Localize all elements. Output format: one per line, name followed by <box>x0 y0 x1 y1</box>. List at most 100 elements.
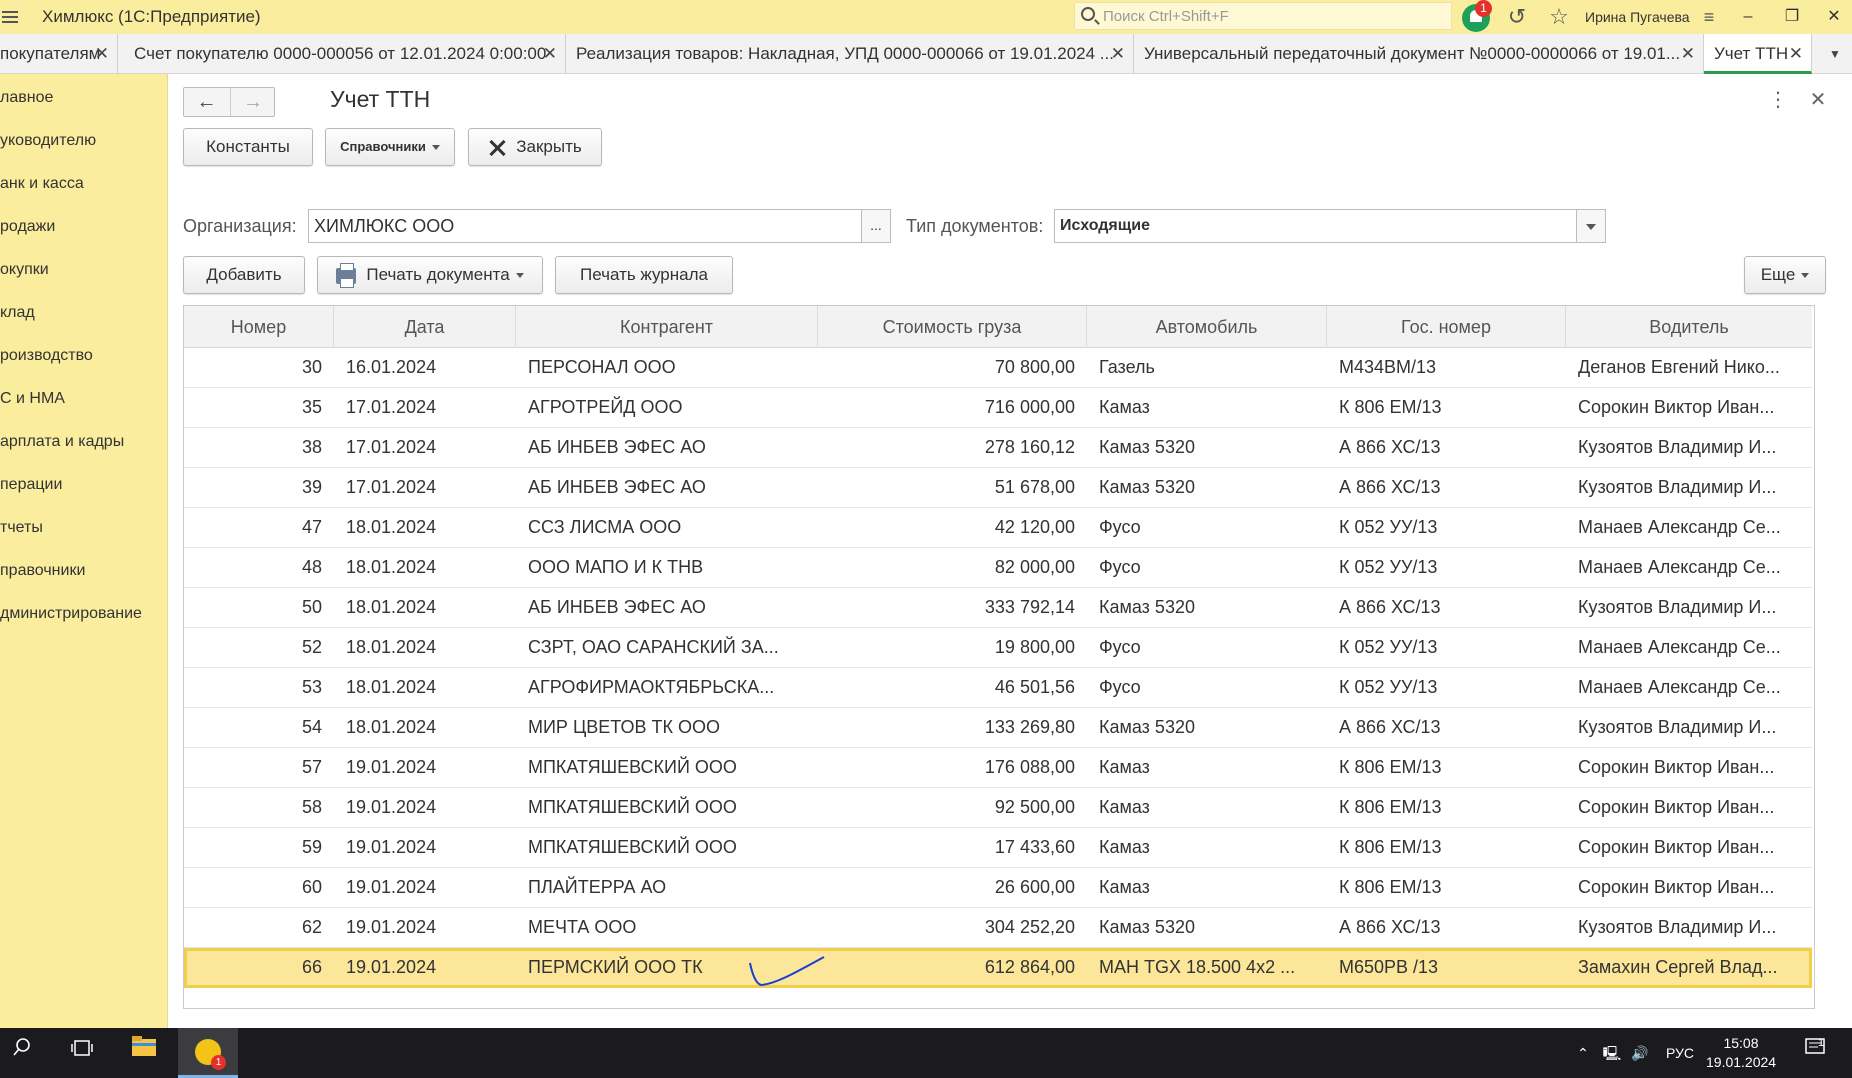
printer-icon <box>336 262 357 288</box>
more-label: Еще <box>1760 265 1796 284</box>
table-row[interactable]: 50 18.01.2024 АБ ИНБЕВ ЭФЕС АО 333 792,14 Ка… <box>184 588 1812 628</box>
table-row[interactable]: 35 17.01.2024 АГРОТРЕЙД ООО 716 000,00 Камаз… <box>184 388 1812 428</box>
user-name[interactable]: Ирина Пугачева <box>1585 9 1690 25</box>
table-row[interactable]: 57 19.01.2024 МПКАТЯШЕВСКИЙ ООО 176 088,00 К… <box>184 748 1812 788</box>
vertical-scrollbar[interactable] <box>1812 306 1814 1008</box>
sidebar-item-production[interactable]: роизводство <box>0 336 93 376</box>
close-tab-icon[interactable]: ✕ <box>1789 34 1803 71</box>
sidebar-item-sales[interactable]: родажи <box>0 207 55 247</box>
sidebar-item-reports[interactable]: тчеты <box>0 508 43 548</box>
table-body: 30 16.01.2024 ПЕРСОНАЛ ООО 70 800,00 Газель М… <box>184 348 1812 988</box>
history-icon[interactable]: ↺ <box>1504 4 1530 30</box>
sidebar-item-main[interactable]: лавное <box>0 78 53 118</box>
constants-button[interactable]: Константы <box>183 128 313 166</box>
cell-counterparty: АБ ИНБЕВ ЭФЕС АО <box>528 437 706 457</box>
sidebar-item-bank[interactable]: анк и касса <box>0 164 84 204</box>
search-input[interactable]: Поиск Ctrl+Shift+F <box>1074 2 1452 30</box>
cell-counterparty: МЕЧТА ООО <box>528 917 637 937</box>
table-row[interactable]: 58 19.01.2024 МПКАТЯШЕВСКИЙ ООО 92 500,00 Ка… <box>184 788 1812 828</box>
column-header-driver[interactable]: Водитель <box>1566 306 1812 348</box>
table-row[interactable]: 59 19.01.2024 МПКАТЯШЕВСКИЙ ООО 17 433,60 Ка… <box>184 828 1812 868</box>
table-row-selected[interactable]: 66 19.01.2024 ПЕРМСКИЙ ООО ТК 612 864,00 МАН… <box>184 948 1812 988</box>
table-row[interactable]: 60 19.01.2024 ПЛАЙТЕРРА АО 26 600,00 Камаз К … <box>184 868 1812 908</box>
table-row[interactable]: 30 16.01.2024 ПЕРСОНАЛ ООО 70 800,00 Газель М… <box>184 348 1812 388</box>
cell-plate: К 806 ЕМ/13 <box>1339 397 1442 417</box>
search-taskbar-icon[interactable] <box>0 1028 44 1078</box>
column-header-counterparty[interactable]: Контрагент <box>516 306 818 348</box>
close-tab-icon[interactable]: ✕ <box>1111 34 1125 74</box>
column-header-date[interactable]: Дата <box>334 306 516 348</box>
sidebar-item-warehouse[interactable]: клад <box>0 293 35 333</box>
add-button[interactable]: Добавить <box>183 256 305 294</box>
table-row[interactable]: 38 17.01.2024 АБ ИНБЕВ ЭФЕС АО 278 160,12 Ка… <box>184 428 1812 468</box>
cell-cargo-cost: 612 864,00 <box>984 957 1075 977</box>
print-document-label: Печать документа <box>366 265 510 284</box>
tab-sale[interactable]: Реализация товаров: Накладная, УПД 0000-… <box>566 34 1134 74</box>
sidebar-item-admin[interactable]: дминистрирование <box>0 594 142 634</box>
cell-driver: Кузоятов Владимир И... <box>1578 597 1777 617</box>
column-header-number[interactable]: Номер <box>184 306 334 348</box>
forward-arrow-icon[interactable]: → <box>230 88 275 116</box>
tab-ttn[interactable]: Учет ТТН ✕ <box>1704 34 1812 74</box>
close-form-icon[interactable]: ✕ <box>1808 88 1828 112</box>
print-journal-button[interactable]: Печать журнала <box>555 256 733 294</box>
language-indicator[interactable]: РУС <box>1662 1028 1698 1078</box>
ttn-table[interactable]: Номер Дата Контрагент Стоимость груза Ав… <box>183 305 1815 1009</box>
cell-counterparty: МИР ЦВЕТОВ ТК ООО <box>528 717 720 737</box>
cell-cargo-cost: 17 433,60 <box>994 837 1075 857</box>
task-view-icon[interactable] <box>60 1028 104 1078</box>
1c-app-taskbar-button[interactable]: 1 <box>178 1028 238 1078</box>
sidebar-item-references[interactable]: правочники <box>0 551 85 591</box>
doc-type-select[interactable]: Исходящие <box>1054 209 1588 243</box>
favorites-icon[interactable]: ☆ <box>1546 4 1572 30</box>
back-arrow-icon[interactable]: ← <box>184 88 229 116</box>
close-tab-icon[interactable]: ✕ <box>95 34 109 74</box>
clock[interactable]: 15:08 19.01.2024 <box>1706 1034 1776 1072</box>
more-actions-icon[interactable]: ⋮ <box>1768 88 1788 112</box>
cell-driver: Кузоятов Владимир И... <box>1578 717 1777 737</box>
table-row[interactable]: 53 18.01.2024 АГРОФИРМАОКТЯБРЬСКА... 46 501… <box>184 668 1812 708</box>
column-header-vehicle[interactable]: Автомобиль <box>1087 306 1327 348</box>
table-row[interactable]: 47 18.01.2024 ССЗ ЛИСМА ООО 42 120,00 Фусо К … <box>184 508 1812 548</box>
table-row[interactable]: 52 18.01.2024 СЗРТ, ОАО САРАНСКИЙ ЗА... 19 … <box>184 628 1812 668</box>
close-button[interactable]: Закрыть <box>468 128 602 166</box>
sidebar-item-purchases[interactable]: окупки <box>0 250 49 290</box>
column-header-plate[interactable]: Гос. номер <box>1327 306 1566 348</box>
tabs-dropdown-icon[interactable]: ▼ <box>1818 34 1852 74</box>
minimize-icon[interactable]: – <box>1728 2 1768 32</box>
sidebar-item-payroll[interactable]: арплата и кадры <box>0 422 124 462</box>
doc-type-dropdown-icon[interactable] <box>1576 209 1606 243</box>
close-window-icon[interactable]: ✕ <box>1814 2 1852 32</box>
cell-date: 18.01.2024 <box>346 597 437 617</box>
settings-menu-icon[interactable]: ≡ <box>1696 4 1722 30</box>
action-center-icon[interactable]: 1 <box>1796 1028 1836 1078</box>
menu-icon[interactable] <box>0 8 22 26</box>
cell-driver: Манаев Александр Се... <box>1578 517 1781 537</box>
more-button[interactable]: Еще <box>1744 256 1826 294</box>
close-tab-icon[interactable]: ✕ <box>543 34 557 74</box>
column-header-cargo-cost[interactable]: Стоимость груза <box>818 306 1087 348</box>
print-document-button[interactable]: Печать документа <box>317 256 543 294</box>
tab-customers[interactable]: покупателям ✕ <box>0 34 118 74</box>
cell-plate: А 866 ХС/13 <box>1339 917 1441 937</box>
org-field[interactable]: ХИМЛЮКС ООО <box>308 209 862 243</box>
tab-upd[interactable]: Универсальный передаточный документ №000… <box>1134 34 1704 74</box>
sidebar-item-operations[interactable]: перации <box>0 465 62 505</box>
sidebar-item-assets[interactable]: С и НМА <box>0 379 65 419</box>
table-row[interactable]: 54 18.01.2024 МИР ЦВЕТОВ ТК ООО 133 269,80 К… <box>184 708 1812 748</box>
cell-driver: Сорокин Виктор Иван... <box>1578 797 1775 817</box>
tab-invoice[interactable]: Счет покупателю 0000-000056 от 12.01.202… <box>124 34 566 74</box>
org-select-button[interactable]: ... <box>861 209 891 243</box>
sidebar-item-manager[interactable]: уководителю <box>0 121 96 161</box>
volume-icon[interactable]: 🔊 <box>1628 1028 1652 1078</box>
file-explorer-icon[interactable] <box>122 1028 166 1078</box>
table-row[interactable]: 48 18.01.2024 ООО МАПО И К ТНВ 82 000,00 Фус… <box>184 548 1812 588</box>
network-icon[interactable]: 🖳 <box>1600 1028 1624 1078</box>
restore-icon[interactable]: ❐ <box>1772 2 1812 32</box>
table-row[interactable]: 62 19.01.2024 МЕЧТА ООО 304 252,20 Камаз 532… <box>184 908 1812 948</box>
references-button[interactable]: Справочники <box>325 128 455 166</box>
cell-vehicle: Камаз 5320 <box>1099 917 1195 937</box>
close-tab-icon[interactable]: ✕ <box>1681 34 1695 74</box>
tray-expand-icon[interactable]: ⌃ <box>1570 1028 1596 1078</box>
table-row[interactable]: 39 17.01.2024 АБ ИНБЕВ ЭФЕС АО 51 678,00 Кам… <box>184 468 1812 508</box>
